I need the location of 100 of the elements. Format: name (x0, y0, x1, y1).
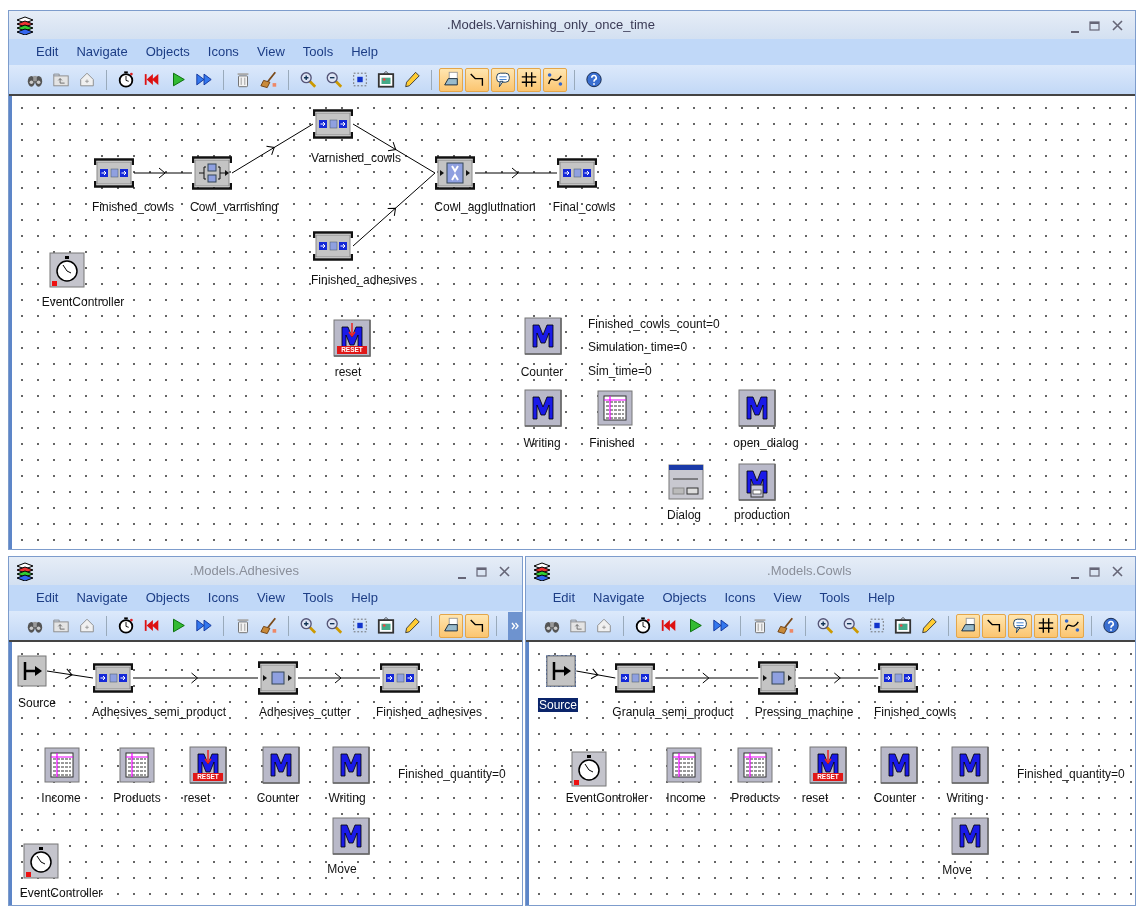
method-icon[interactable] (262, 746, 300, 784)
object-label: Income (665, 791, 707, 805)
menu-item[interactable]: Objects (136, 588, 199, 608)
method-icon[interactable] (880, 746, 918, 784)
close-icon (1110, 563, 1125, 579)
comment-icon (494, 70, 512, 89)
assembly-station-icon[interactable] (435, 156, 475, 190)
method-icon[interactable] (738, 463, 776, 501)
menu-item[interactable]: Tools (810, 588, 859, 608)
icon-tab-icon (442, 70, 460, 89)
buffer-icon[interactable] (93, 663, 133, 693)
window-close-button[interactable] (496, 563, 512, 579)
close-icon (1110, 17, 1125, 33)
zoom-in-icon (815, 616, 834, 635)
menu-item[interactable]: View (247, 42, 294, 62)
object-label: Varnished_cowls (310, 151, 402, 165)
folder-up-icon (52, 70, 70, 89)
buffer-icon[interactable] (615, 663, 655, 693)
toolbar-overflow-button[interactable] (507, 611, 522, 640)
zoom-out-icon (325, 70, 343, 89)
menu-item[interactable]: Tools (293, 42, 343, 62)
menu-item[interactable]: Tools (293, 588, 343, 608)
menu-item[interactable]: Navigate (584, 588, 654, 608)
broom-icon (259, 616, 278, 635)
table-icon[interactable] (119, 747, 155, 783)
object-label: Counter (872, 791, 918, 805)
station-icon[interactable] (258, 661, 298, 695)
connector-button[interactable] (465, 67, 489, 92)
variable-text: Finished_quantity=0 (398, 767, 506, 781)
icon-tab-button[interactable] (955, 613, 980, 638)
grid-icon (1036, 616, 1055, 635)
parallel-station-icon[interactable] (192, 156, 232, 190)
zoom-in-icon (298, 616, 317, 635)
variable-text: Finished_quantity=0 (1017, 767, 1125, 781)
zoom-out-icon (841, 616, 860, 635)
table-icon[interactable] (44, 747, 80, 783)
method-icon[interactable] (524, 389, 562, 427)
zoom-out-icon (324, 616, 343, 635)
menu-item[interactable]: Edit (27, 588, 68, 608)
minimize-icon (457, 576, 466, 579)
menu-item[interactable]: Objects (653, 588, 716, 608)
connector-button[interactable] (464, 613, 489, 638)
menu-item[interactable]: View (247, 588, 294, 608)
menu-item[interactable]: View (764, 588, 811, 608)
dialog-window-icon[interactable] (668, 464, 704, 500)
object-label: Granula_semi_product (611, 705, 735, 719)
method-icon[interactable] (951, 817, 989, 855)
menu-item[interactable]: Help (342, 588, 387, 608)
method-icon[interactable] (332, 746, 370, 784)
object-label: Finished_adhesives (374, 705, 484, 719)
menu-item[interactable]: Navigate (67, 42, 137, 62)
object-label: reset (800, 791, 830, 805)
buffer-icon[interactable] (380, 663, 420, 693)
buffer-icon[interactable] (557, 158, 597, 188)
buffer-icon[interactable] (313, 109, 353, 139)
curve-button[interactable] (1059, 613, 1084, 638)
picture-frame-icon (377, 70, 395, 89)
object-label: Cowl_varnishing (189, 200, 279, 214)
menu-item[interactable]: Objects (136, 42, 199, 62)
grid-icon (520, 70, 538, 89)
menu-item[interactable]: Icons (198, 42, 248, 62)
stopwatch-icon[interactable] (49, 252, 85, 288)
menu-item[interactable]: Edit (27, 42, 68, 62)
comment-button[interactable] (491, 67, 515, 92)
window-close-button[interactable] (1110, 563, 1125, 579)
object-label: reset (333, 365, 363, 379)
method-icon[interactable] (738, 389, 776, 427)
icon-tab-button[interactable] (438, 613, 463, 638)
table-icon[interactable] (666, 747, 702, 783)
comment-button[interactable] (1007, 613, 1032, 638)
table-icon[interactable] (737, 747, 773, 783)
object-label: Income (40, 791, 82, 805)
connector (46, 668, 94, 680)
menu-item[interactable]: Edit (543, 588, 585, 608)
connector-button[interactable] (981, 613, 1006, 638)
method-icon[interactable] (332, 817, 370, 855)
source-icon[interactable] (546, 655, 576, 687)
object-label: Counter (519, 365, 565, 379)
stopwatch-icon[interactable] (23, 843, 59, 879)
buffer-icon[interactable] (94, 158, 134, 188)
source-icon[interactable] (17, 655, 47, 687)
table-icon[interactable] (597, 390, 633, 426)
curve-button[interactable] (543, 67, 567, 92)
grid-button[interactable] (1033, 613, 1058, 638)
icon-tab-button[interactable] (439, 67, 463, 92)
menu-item[interactable]: Help (858, 588, 904, 608)
buffer-icon[interactable] (313, 231, 353, 261)
app-logo-icon (531, 561, 552, 581)
menu-item[interactable]: Icons (715, 588, 765, 608)
stopwatch-icon[interactable] (571, 751, 607, 787)
buffer-icon[interactable] (878, 663, 918, 693)
grid-button[interactable] (517, 67, 541, 92)
menu-item[interactable]: Icons (198, 588, 248, 608)
menu-item[interactable]: Help (342, 42, 387, 62)
window-close-button[interactable] (1110, 17, 1125, 33)
method-icon[interactable] (951, 746, 989, 784)
station-icon[interactable] (758, 661, 798, 695)
variable-text: Simulation_time=0 (588, 340, 688, 354)
method-icon[interactable] (524, 317, 562, 355)
menu-item[interactable]: Navigate (67, 588, 137, 608)
